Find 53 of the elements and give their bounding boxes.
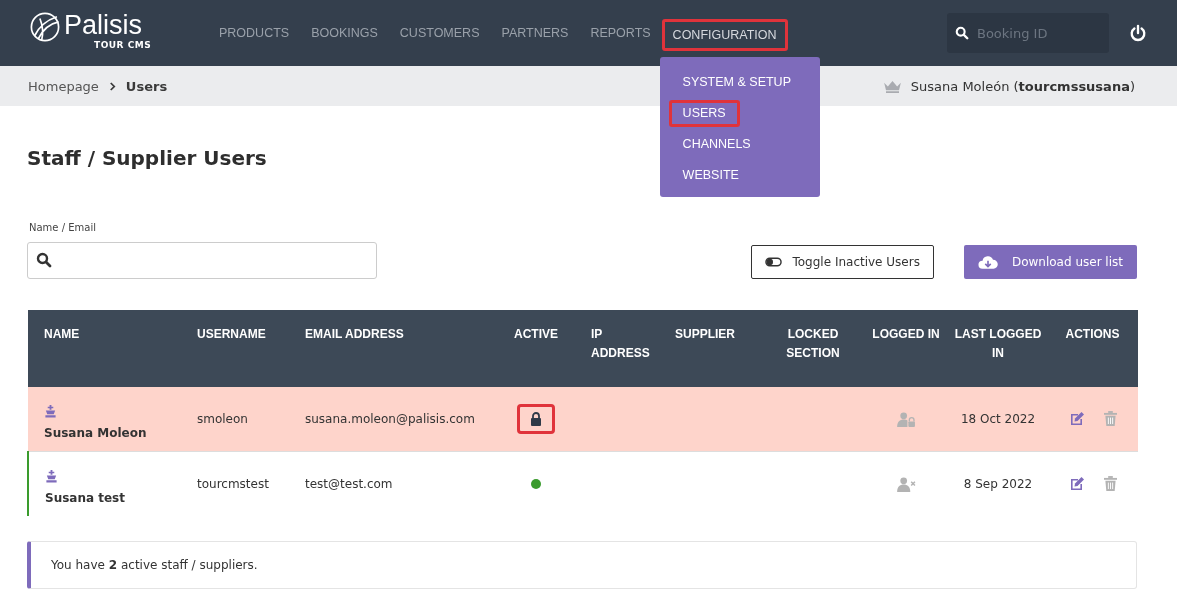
table-cell: test@test.com <box>289 451 489 516</box>
column-header: LAST LOGGED IN <box>949 310 1047 387</box>
globe-icon <box>28 10 62 44</box>
trash-icon[interactable] <box>1103 411 1117 426</box>
column-header: EMAIL ADDRESS <box>289 310 489 387</box>
column-header: ACTIVE <box>489 310 583 387</box>
search-icon <box>36 252 52 268</box>
table-cell: 18 Oct 2022 <box>949 387 1047 452</box>
info-message: You have 2 active staff / suppliers. <box>27 541 1137 589</box>
cloud-download-icon <box>977 254 998 270</box>
trash-icon[interactable] <box>1103 476 1117 491</box>
chess-king-icon <box>44 404 57 418</box>
column-header: NAME <box>28 310 197 387</box>
table-cell: smoleon <box>197 387 289 452</box>
menu-item[interactable]: SYSTEM & SETUP <box>668 68 805 96</box>
table-cell: susana.moleon@palisis.com <box>289 387 489 452</box>
menu-item[interactable]: WEBSITE <box>668 161 753 189</box>
breadcrumb-link[interactable]: Homepage <box>28 78 99 94</box>
nav-link[interactable]: BOOKINGS <box>300 17 389 49</box>
nav-link[interactable]: PRODUCTS <box>208 17 301 49</box>
column-header: LOCKED SECTION <box>763 310 863 387</box>
edit-icon[interactable] <box>1068 476 1085 492</box>
search-icon <box>955 26 969 40</box>
user-name: Susana Moleon <box>44 425 147 440</box>
menu-item[interactable]: CHANNELS <box>668 130 765 158</box>
column-header: SUPPLIER <box>663 310 763 387</box>
logo-subtitle: TOUR CMS <box>94 40 152 50</box>
column-header: ACTIONS <box>1047 310 1138 387</box>
logo-wordmark: Palisis <box>64 10 143 40</box>
edit-icon[interactable] <box>1068 411 1085 427</box>
user-name: Susana test <box>45 490 125 505</box>
toggle-icon <box>765 257 783 267</box>
chevron-icon <box>108 81 116 91</box>
column-header: USERNAME <box>197 310 289 387</box>
user-name: Susana Moleón (tourcmssusana) <box>910 78 1135 94</box>
table-cell: 8 Sep 2022 <box>949 451 1047 516</box>
nav-link[interactable]: CONFIGURATION <box>661 18 788 51</box>
field-label: Name / Email <box>29 222 97 233</box>
booking-id-field[interactable]: Booking ID <box>947 13 1109 53</box>
table-cell: tourcmstest <box>197 451 289 516</box>
menu-item[interactable]: USERS <box>668 99 740 127</box>
toggle-button[interactable]: Toggle Inactive Users <box>751 245 934 279</box>
nav-link[interactable]: REPORTS <box>579 17 662 49</box>
column-header: IP ADDRESS <box>583 310 663 387</box>
nav-link[interactable]: CUSTOMERS <box>388 17 491 49</box>
page-title: Staff / Supplier Users <box>27 146 268 170</box>
chess-king-icon <box>45 469 58 483</box>
column-header: LOGGED IN <box>863 310 949 387</box>
download-button[interactable]: Download user list <box>963 245 1137 279</box>
search-field[interactable] <box>27 242 377 279</box>
crown-icon <box>882 79 902 93</box>
power-icon[interactable] <box>1129 24 1147 42</box>
nav-link[interactable]: PARTNERS <box>490 17 580 49</box>
